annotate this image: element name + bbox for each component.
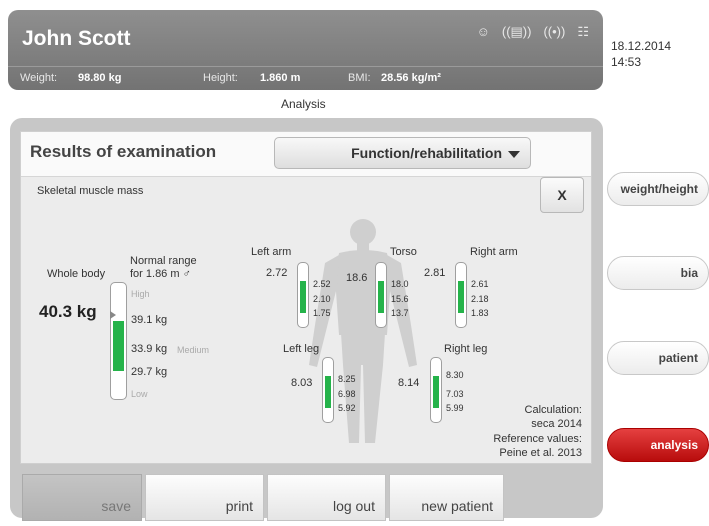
print-button[interactable]: print: [145, 474, 264, 521]
bmi-label: BMI:: [348, 72, 371, 84]
calc-label: Calculation:: [524, 404, 582, 416]
range-lower-value: 29.7 kg: [131, 366, 168, 378]
height-value: 1.860 m: [260, 72, 301, 84]
whole-body-gauge: [110, 282, 127, 400]
chevron-down-icon: [508, 150, 520, 158]
log-out-button[interactable]: log out: [267, 474, 386, 521]
right-arm-lower: 1.83: [471, 308, 489, 318]
torso-upper: 18.0: [391, 279, 409, 289]
category-dropdown[interactable]: Function/rehabilitation: [274, 137, 531, 169]
normal-range-height: for 1.86 m ♂: [130, 268, 191, 280]
range-mid-value: 33.9 kg: [131, 343, 168, 355]
person-icon: ☺: [476, 24, 490, 39]
side-button-weight-height[interactable]: weight/height: [607, 172, 709, 206]
right-leg-gauge: [430, 357, 442, 423]
range-high-label: High: [131, 289, 150, 299]
header-divider: [8, 66, 603, 67]
side-button-bia[interactable]: bia: [607, 256, 709, 290]
new-patient-button[interactable]: new patient: [389, 474, 504, 521]
torso-mid: 15.6: [391, 294, 409, 304]
tab-title: Analysis: [281, 97, 326, 111]
range-upper-value: 39.1 kg: [131, 314, 168, 326]
weight-label: Weight:: [20, 72, 58, 84]
normal-range-title: Normal range: [130, 255, 197, 267]
left-leg-upper: 8.25: [338, 374, 356, 384]
whole-body-pointer: [110, 311, 116, 319]
network-icon: ☷: [577, 24, 589, 39]
right-arm-range-fill: [458, 281, 464, 313]
right-leg-upper: 8.30: [446, 370, 464, 380]
left-leg-label: Left leg: [283, 343, 320, 355]
left-arm-value: 2.72: [266, 267, 288, 279]
results-header: Results of examination Function/rehabili…: [21, 132, 591, 177]
patient-name: John Scott: [22, 27, 131, 50]
torso-range-fill: [378, 281, 384, 313]
right-leg-range-fill: [433, 376, 439, 408]
side-button-analysis[interactable]: analysis: [607, 428, 709, 462]
reference-value: Peine et al. 2013: [499, 447, 582, 459]
range-low-label: Low: [131, 389, 148, 399]
wireless-signal-icon: ((•)): [543, 24, 566, 39]
right-leg-lower: 5.99: [446, 403, 464, 413]
dropdown-value: Function/rehabilitation: [351, 145, 502, 161]
torso-label: Torso: [390, 246, 417, 258]
left-leg-range-fill: [325, 376, 331, 408]
calc-value: seca 2014: [531, 418, 582, 430]
weight-value: 98.80 kg: [78, 72, 122, 84]
left-arm-range-fill: [300, 281, 306, 313]
left-arm-lower: 1.75: [313, 308, 331, 318]
right-arm-gauge: [455, 262, 467, 328]
left-arm-label: Left arm: [251, 246, 292, 258]
torso-gauge: [375, 262, 387, 328]
save-button[interactable]: save: [22, 474, 142, 521]
left-leg-value: 8.03: [291, 377, 313, 389]
date: 18.12.2014: [611, 39, 672, 53]
results-title: Results of examination: [30, 142, 217, 161]
whole-body-label: Whole body: [47, 268, 106, 280]
time: 14:53: [611, 55, 642, 69]
right-arm-value: 2.81: [424, 267, 446, 279]
close-button[interactable]: X: [540, 177, 584, 213]
printer-wireless-icon: ((▤)): [501, 24, 532, 39]
torso-value: 18.6: [346, 272, 368, 284]
right-arm-upper: 2.61: [471, 279, 489, 289]
status-icons: ☺ ((▤)) ((•)) ☷: [477, 24, 589, 40]
left-arm-mid: 2.10: [313, 294, 331, 304]
whole-body-value: 40.3 kg: [39, 302, 97, 321]
left-leg-gauge: [322, 357, 334, 423]
left-arm-gauge: [297, 262, 309, 328]
height-label: Height:: [203, 72, 238, 84]
reference-label: Reference values:: [493, 433, 582, 445]
left-arm-upper: 2.52: [313, 279, 331, 289]
torso-lower: 13.7: [391, 308, 409, 318]
left-leg-lower: 5.92: [338, 403, 356, 413]
patient-header: John Scott ☺ ((▤)) ((•)) ☷ Weight: 98.80…: [8, 10, 603, 90]
metric-label: Skeletal muscle mass: [37, 185, 144, 197]
right-leg-value: 8.14: [398, 377, 420, 389]
bmi-value: 28.56 kg/m²: [381, 72, 441, 84]
side-button-patient[interactable]: patient: [607, 341, 709, 375]
right-arm-label: Right arm: [470, 246, 518, 258]
right-leg-mid: 7.03: [446, 389, 464, 399]
whole-body-range-fill: [113, 321, 124, 371]
datetime: 18.12.2014 14:53: [611, 38, 671, 70]
right-arm-mid: 2.18: [471, 294, 489, 304]
left-leg-mid: 6.98: [338, 389, 356, 399]
range-medium-label: Medium: [177, 345, 210, 355]
right-leg-label: Right leg: [444, 343, 488, 355]
